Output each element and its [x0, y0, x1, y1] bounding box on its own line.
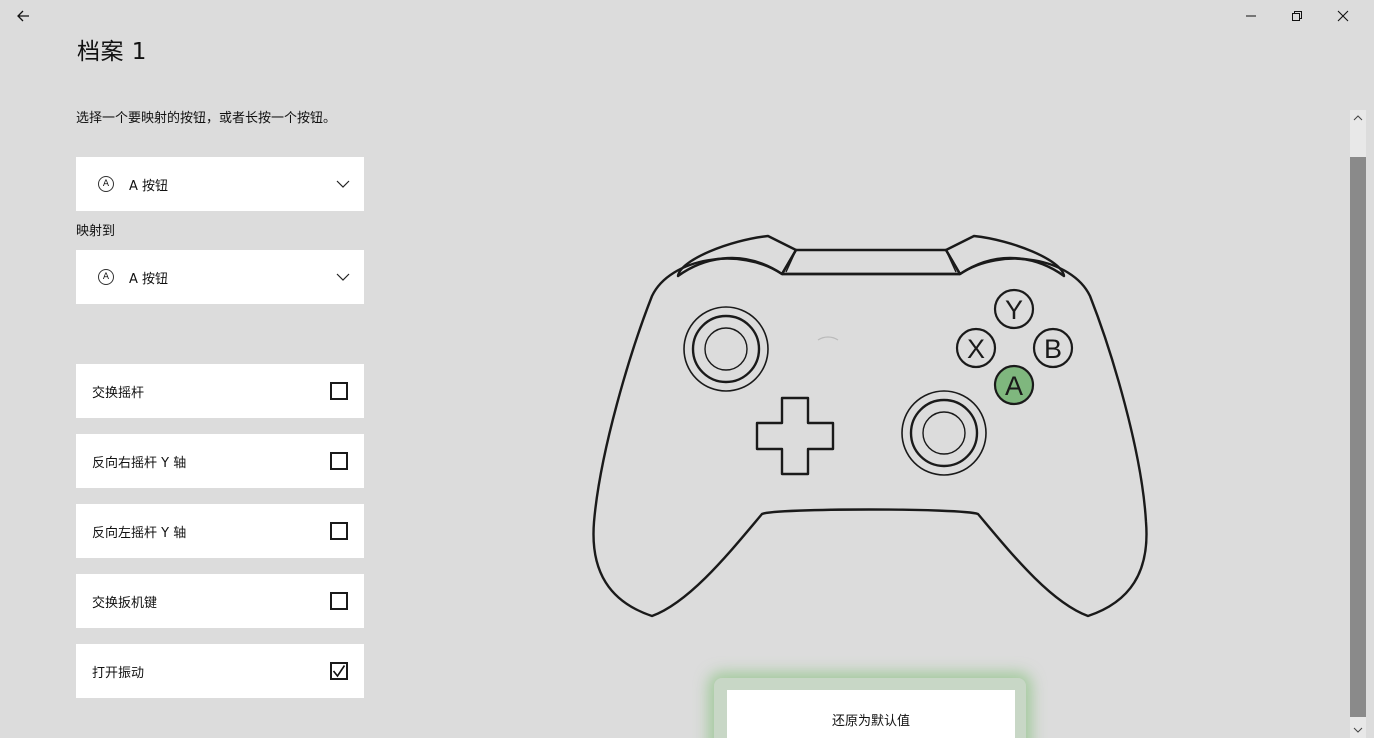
invert-right-y-checkbox[interactable] — [330, 452, 348, 470]
toggle-invert-right-stick-y[interactable]: 反向右摇杆 Y 轴 — [76, 434, 364, 488]
swap-sticks-checkbox[interactable] — [330, 382, 348, 400]
svg-text:A: A — [1005, 371, 1023, 401]
controller-illustration: Y X B A — [592, 234, 1148, 618]
reset-defaults-label: 还原为默认值 — [831, 714, 910, 729]
toggle-label: 打开振动 — [92, 665, 145, 681]
y-button: Y — [993, 288, 1035, 330]
restore-icon — [1292, 11, 1302, 21]
page-title: 档案 1 — [77, 39, 147, 65]
scroll-up-button[interactable] — [1350, 110, 1366, 126]
toggle-label: 反向右摇杆 Y 轴 — [92, 455, 187, 471]
chevron-down-icon — [336, 273, 350, 281]
map-to-button-label: A 按钮 — [129, 271, 169, 287]
chevron-up-icon — [1353, 115, 1363, 121]
left-stick — [683, 306, 769, 392]
right-bumper — [944, 234, 1066, 278]
a-button-icon: A — [98, 269, 114, 285]
controller-body — [592, 257, 1148, 618]
restore-button[interactable] — [1274, 0, 1320, 32]
toggle-vibration[interactable]: 打开振动 — [76, 644, 364, 698]
reset-defaults-button[interactable]: 还原为默认值 — [727, 690, 1015, 738]
source-button-dropdown[interactable]: A A 按钮 — [76, 157, 364, 211]
checkmark-icon — [332, 665, 346, 678]
dpad — [755, 396, 835, 476]
chevron-down-icon — [1353, 727, 1363, 733]
instruction-text: 选择一个要映射的按钮，或者长按一个按钮。 — [76, 111, 337, 126]
svg-text:B: B — [1044, 334, 1062, 364]
left-bumper — [676, 234, 798, 278]
source-button-label: A 按钮 — [129, 178, 169, 194]
map-to-dropdown[interactable]: A A 按钮 — [76, 250, 364, 304]
a-button-icon: A — [98, 176, 114, 192]
toggle-invert-left-stick-y[interactable]: 反向左摇杆 Y 轴 — [76, 504, 364, 558]
chevron-down-icon — [336, 180, 350, 188]
x-button: X — [955, 327, 997, 369]
vibration-checkbox[interactable] — [330, 662, 348, 680]
back-arrow-icon — [17, 10, 29, 22]
b-button: B — [1032, 327, 1074, 369]
scroll-down-button[interactable] — [1350, 722, 1366, 738]
toggle-label: 反向左摇杆 Y 轴 — [92, 525, 187, 541]
svg-text:X: X — [967, 334, 985, 364]
swap-triggers-checkbox[interactable] — [330, 592, 348, 610]
right-stick — [901, 390, 987, 476]
toggle-label: 交换扳机键 — [92, 595, 158, 611]
scrollbar-thumb[interactable] — [1350, 157, 1366, 717]
map-to-label: 映射到 — [76, 224, 116, 239]
toggle-swap-sticks[interactable]: 交换摇杆 — [76, 364, 364, 418]
close-icon — [1337, 10, 1349, 22]
toggle-swap-triggers[interactable]: 交换扳机键 — [76, 574, 364, 628]
a-button-highlighted: A — [993, 364, 1035, 406]
toggle-label: 交换摇杆 — [92, 385, 145, 401]
invert-left-y-checkbox[interactable] — [330, 522, 348, 540]
minimize-button[interactable] — [1228, 0, 1274, 32]
minimize-icon — [1246, 15, 1256, 17]
back-button[interactable] — [0, 0, 46, 32]
close-button[interactable] — [1320, 0, 1366, 32]
center-bridge — [780, 248, 962, 276]
svg-text:Y: Y — [1005, 295, 1023, 325]
